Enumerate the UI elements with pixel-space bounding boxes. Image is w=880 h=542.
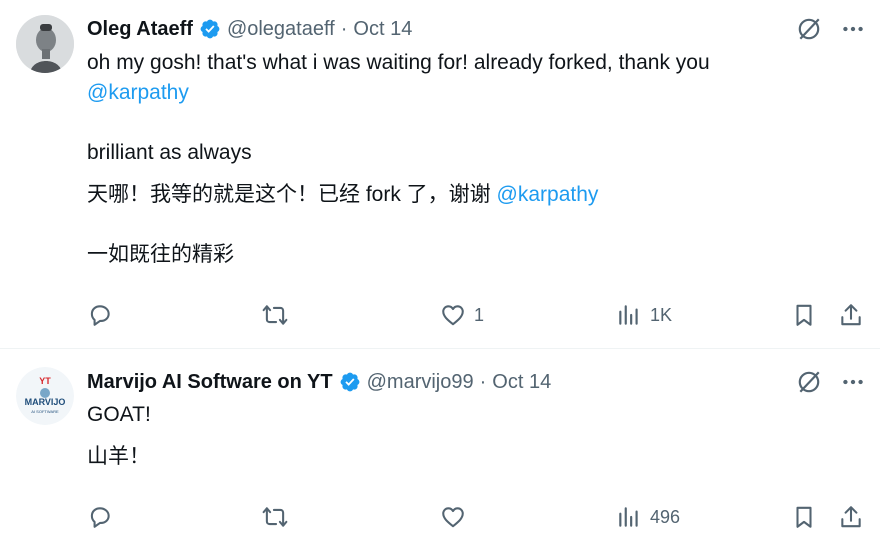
- tweet-text-line: 一如既往的精彩: [87, 243, 234, 266]
- retweet-icon: [262, 305, 288, 325]
- avatar[interactable]: [16, 15, 74, 73]
- reply-icon: [90, 305, 110, 326]
- views-icon: [619, 305, 638, 325]
- author-name[interactable]: Oleg Ataeff: [87, 18, 193, 41]
- tweet-text-line: GOAT!: [87, 403, 151, 426]
- bookmark-icon: [796, 304, 812, 326]
- tweet-top-actions: [796, 16, 866, 42]
- views-button[interactable]: 1K: [616, 298, 672, 332]
- bookmark-icon: [796, 506, 812, 528]
- bookmark-button[interactable]: [791, 500, 817, 534]
- retweet-icon: [262, 507, 288, 527]
- reply-button[interactable]: [87, 500, 113, 534]
- tweet-text-segment: 天哪！我等的就是这个！已经 fork 了，谢谢: [87, 183, 491, 206]
- person-photo-icon: [16, 15, 74, 73]
- views-button[interactable]: 496: [616, 500, 680, 534]
- reply-tweet[interactable]: Oleg Ataeff @olegataeff · Oct 14 oh my g…: [0, 0, 880, 349]
- share-button[interactable]: [838, 500, 864, 534]
- share-icon: [841, 304, 861, 326]
- tweet-date[interactable]: Oct 14: [353, 18, 412, 41]
- tweet-actions: 496: [0, 500, 880, 534]
- verified-badge-icon: [340, 372, 360, 392]
- like-button[interactable]: [440, 500, 466, 534]
- tweet-header: Oleg Ataeff @olegataeff · Oct 14: [87, 14, 412, 44]
- tweet-top-actions: [796, 369, 866, 395]
- tweet-text-line: 山羊！: [87, 445, 150, 468]
- tweet-header: Marvijo AI Software on YT @marvijo99 · O…: [87, 367, 551, 397]
- mention-link[interactable]: @karpathy: [497, 183, 599, 206]
- reply-tweet[interactable]: YT MARVIJO AI SOFTWARE Marvijo AI Softwa…: [0, 349, 880, 542]
- logo-text-bottom: AI SOFTWARE: [31, 409, 59, 414]
- tweet-date[interactable]: Oct 14: [492, 371, 551, 394]
- bookmark-button[interactable]: [791, 298, 817, 332]
- reply-button[interactable]: [87, 298, 113, 332]
- retweet-button[interactable]: [262, 500, 288, 534]
- author-handle[interactable]: @marvijo99: [367, 371, 474, 394]
- view-count: 496: [650, 506, 681, 527]
- tweet-text-line: brilliant as always: [87, 141, 252, 164]
- like-icon: [442, 507, 464, 528]
- avatar[interactable]: YT MARVIJO AI SOFTWARE: [16, 367, 74, 425]
- author-handle[interactable]: @olegataeff: [227, 18, 335, 41]
- views-icon: [619, 507, 638, 527]
- tweet-text-line: 天哪！我等的就是这个！已经 fork 了，谢谢 @karpathy: [87, 180, 598, 210]
- retweet-button[interactable]: [262, 298, 288, 332]
- share-icon: [841, 506, 861, 528]
- logo-text-top: YT: [39, 376, 51, 386]
- logo-text-middle: MARVIJO: [25, 397, 66, 407]
- separator: ·: [340, 17, 348, 40]
- author-name[interactable]: Marvijo AI Software on YT: [87, 371, 333, 394]
- grok-icon[interactable]: [796, 16, 822, 42]
- tweet-actions: 1 1K: [0, 298, 880, 332]
- share-button[interactable]: [838, 298, 864, 332]
- marvijo-logo: YT MARVIJO AI SOFTWARE: [16, 367, 74, 425]
- like-count: 1: [474, 304, 485, 325]
- verified-badge-icon: [200, 19, 220, 39]
- like-button[interactable]: 1: [440, 298, 484, 332]
- like-icon: [442, 305, 464, 326]
- grok-icon[interactable]: [796, 369, 822, 395]
- more-icon[interactable]: [840, 369, 866, 395]
- tweet-text-line: oh my gosh! that's what i was waiting fo…: [87, 51, 710, 74]
- reply-icon: [90, 507, 110, 528]
- separator: ·: [479, 370, 487, 393]
- more-icon[interactable]: [840, 16, 866, 42]
- mention-link[interactable]: @karpathy: [87, 78, 189, 108]
- view-count: 1K: [650, 304, 673, 325]
